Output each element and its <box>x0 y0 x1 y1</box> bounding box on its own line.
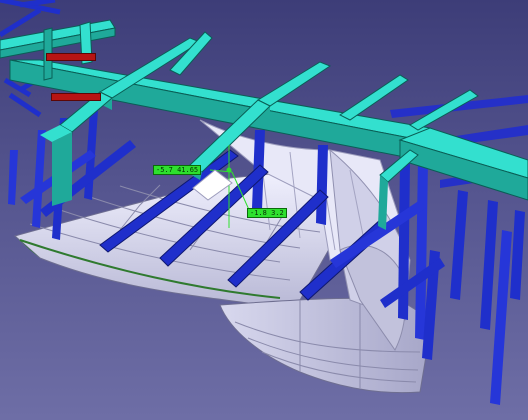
measurement-label-4[interactable] <box>51 93 101 101</box>
3d-viewport[interactable]: -5.7 41.65 -1.8 3.2 <box>0 0 528 420</box>
measurement-label-1[interactable]: -5.7 41.65 <box>153 165 202 175</box>
measurement-label-2[interactable]: -1.8 3.2 <box>247 208 287 218</box>
measurement-label-3[interactable] <box>46 53 96 61</box>
